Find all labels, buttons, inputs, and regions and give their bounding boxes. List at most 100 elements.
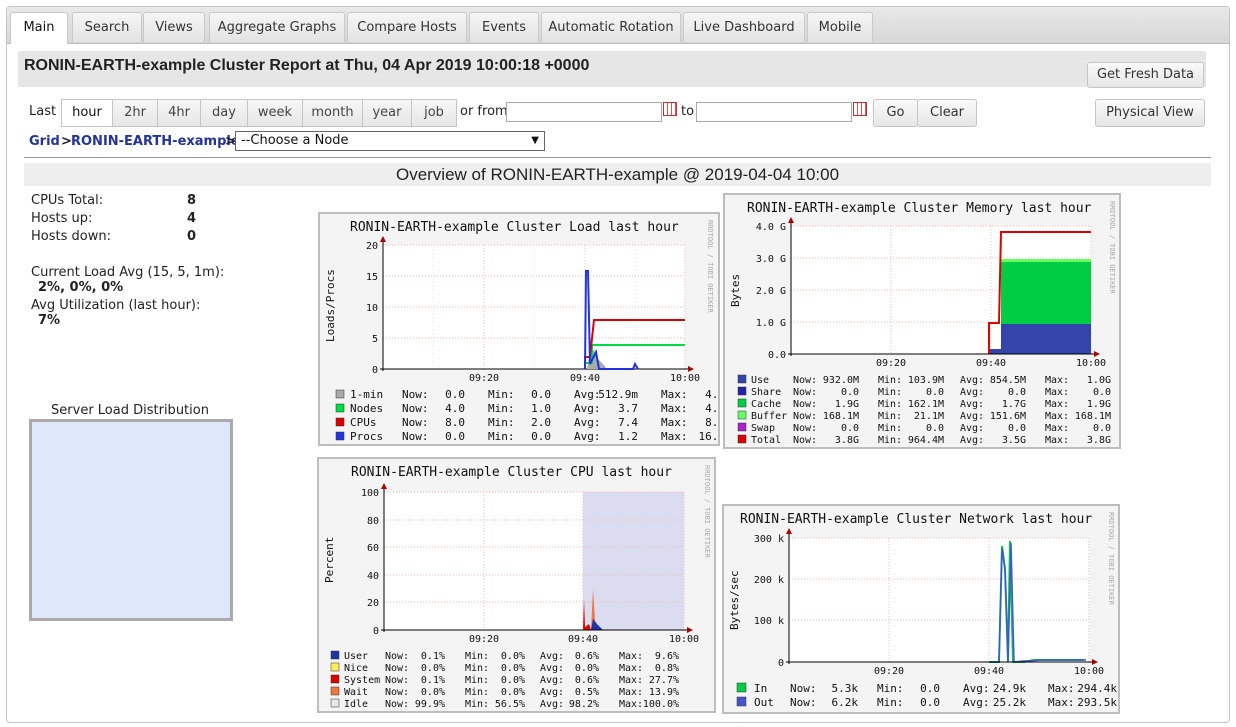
svg-text:Avg:: Avg: [574, 388, 601, 401]
svg-text:Max:: Max: [1045, 375, 1069, 386]
cluster-network-graph[interactable]: RONIN-EARTH-example Cluster Network last… [722, 504, 1120, 714]
svg-text:Min:: Min: [488, 430, 515, 443]
svg-text:Avg:: Avg: [960, 411, 984, 422]
range-job-button[interactable]: job [411, 99, 457, 127]
rrdtool-watermark: RRDTOOL / TOBI OETIKER [703, 465, 711, 559]
y-tick: 60 [367, 543, 379, 554]
tab-views[interactable]: Views [143, 12, 205, 42]
from-date-input[interactable] [506, 102, 662, 122]
calendar-icon[interactable] [853, 102, 867, 116]
svg-text:294.4k: 294.4k [1077, 682, 1117, 695]
breadcrumb-grid-link[interactable]: Grid [29, 134, 60, 149]
svg-text:293.5k: 293.5k [1077, 696, 1117, 709]
svg-text:Max:: Max: [619, 687, 643, 698]
svg-text:Max:: Max: [1045, 435, 1069, 446]
svg-text:Out: Out [754, 696, 774, 709]
physical-view-button[interactable]: Physical View [1095, 99, 1205, 127]
range-4hr-button[interactable]: 4hr [157, 99, 201, 127]
graph-title: RONIN-EARTH-example Cluster Memory last … [747, 201, 1092, 216]
svg-text:Avg:: Avg: [574, 416, 601, 429]
tab-events[interactable]: Events [469, 12, 539, 42]
breadcrumb-cluster-link[interactable]: RONIN-EARTH-example [71, 134, 240, 149]
server-load-title: Server Load Distribution [51, 403, 209, 418]
svg-text:0.0%: 0.0% [575, 663, 599, 674]
svg-text:Now:: Now: [793, 387, 817, 398]
range-hour-button[interactable]: hour [61, 99, 113, 127]
x-tick: 09:20 [469, 634, 499, 645]
svg-text:Now:: Now: [402, 402, 429, 415]
report-header: RONIN-EARTH-example Cluster Report at Th… [18, 51, 1206, 87]
tab-compare-hosts[interactable]: Compare Hosts [347, 12, 467, 42]
legend-name: Procs [350, 430, 383, 443]
svg-text:Min:: Min: [465, 663, 489, 674]
node-select[interactable]: --Choose a Node ▼ [235, 131, 545, 151]
svg-text:0.0: 0.0 [531, 430, 551, 443]
svg-text:9.6%: 9.6% [655, 651, 679, 662]
range-month-button[interactable]: month [302, 99, 363, 127]
svg-text:Avg:: Avg: [540, 675, 564, 686]
tab-main[interactable]: Main [10, 12, 68, 44]
y-tick: 300 k [754, 534, 784, 545]
svg-text:Min:: Min: [488, 402, 515, 415]
svg-text:Min:: Min: [488, 416, 515, 429]
range-week-button[interactable]: week [247, 99, 303, 127]
svg-text:8.0: 8.0 [705, 416, 718, 429]
go-button[interactable]: Go [873, 99, 918, 127]
tab-live-dashboard[interactable]: Live Dashboard [683, 12, 805, 42]
cluster-cpu-graph[interactable]: RONIN-EARTH-example Cluster CPU last hou… [317, 457, 716, 713]
calendar-icon[interactable] [663, 102, 677, 116]
svg-text:Avg:: Avg: [960, 435, 984, 446]
tab-mobile[interactable]: Mobile [807, 12, 873, 42]
svg-text:4.0: 4.0 [445, 402, 465, 415]
svg-text:Now:: Now: [793, 423, 817, 434]
svg-text:Avg:: Avg: [963, 682, 990, 695]
svg-text:13.9%: 13.9% [649, 687, 679, 698]
svg-text:Max:: Max: [1048, 696, 1075, 709]
last-label: Last [29, 104, 57, 119]
svg-text:Min:: Min: [877, 696, 904, 709]
svg-text:3.7: 3.7 [618, 402, 638, 415]
svg-text:1.7G: 1.7G [1002, 399, 1026, 410]
svg-text:56.5%: 56.5% [495, 699, 525, 710]
svg-text:Avg:: Avg: [540, 699, 564, 710]
tab-bar: Main Search Views Aggregate Graphs Compa… [7, 7, 1229, 44]
range-day-button[interactable]: day [200, 99, 248, 127]
y-tick: 20 [367, 598, 379, 609]
server-load-distribution-chart[interactable] [29, 419, 233, 621]
y-axis-label: Bytes [729, 274, 742, 307]
to-date-input[interactable] [696, 102, 852, 122]
x-tick: 10:00 [669, 634, 699, 645]
tab-automatic-rotation[interactable]: Automatic Rotation [541, 12, 681, 42]
x-tick: 09:40 [976, 358, 1006, 369]
svg-text:Avg:: Avg: [540, 651, 564, 662]
svg-text:Min:: Min: [488, 388, 515, 401]
y-tick: 0 [373, 626, 379, 637]
cluster-load-graph[interactable]: RONIN-EARTH-example Cluster Load last ho… [318, 212, 720, 446]
svg-text:0.0: 0.0 [1093, 387, 1111, 398]
get-fresh-data-button[interactable]: Get Fresh Data [1087, 62, 1204, 88]
svg-text:Avg:: Avg: [960, 423, 984, 434]
clear-button[interactable]: Clear [917, 99, 977, 127]
svg-text:0.6%: 0.6% [575, 675, 599, 686]
svg-text:User: User [344, 651, 368, 662]
tab-aggregate-graphs[interactable]: Aggregate Graphs [209, 12, 345, 42]
y-axis-label: Percent [323, 537, 336, 583]
svg-text:5.3k: 5.3k [832, 682, 859, 695]
range-year-button[interactable]: year [362, 99, 412, 127]
graph-title: RONIN-EARTH-example Cluster Network last… [740, 512, 1092, 527]
svg-text:Min:: Min: [465, 687, 489, 698]
avg-util-value: 7% [38, 313, 61, 328]
svg-text:103.9M: 103.9M [908, 375, 944, 386]
range-2hr-button[interactable]: 2hr [112, 99, 158, 127]
svg-text:0.0%: 0.0% [501, 663, 525, 674]
cluster-memory-graph[interactable]: RONIN-EARTH-example Cluster Memory last … [723, 193, 1121, 449]
svg-text:Max:: Max: [1045, 387, 1069, 398]
svg-text:Max:: Max: [1045, 411, 1069, 422]
tab-search[interactable]: Search [72, 12, 142, 42]
svg-text:151.6M: 151.6M [990, 411, 1026, 422]
cpus-total-value: 8 [187, 193, 197, 208]
x-tick: 09:40 [974, 666, 1004, 677]
svg-text:0.0: 0.0 [1008, 423, 1026, 434]
y-tick: 1.0 G [756, 318, 786, 329]
svg-text:Now:: Now: [793, 375, 817, 386]
